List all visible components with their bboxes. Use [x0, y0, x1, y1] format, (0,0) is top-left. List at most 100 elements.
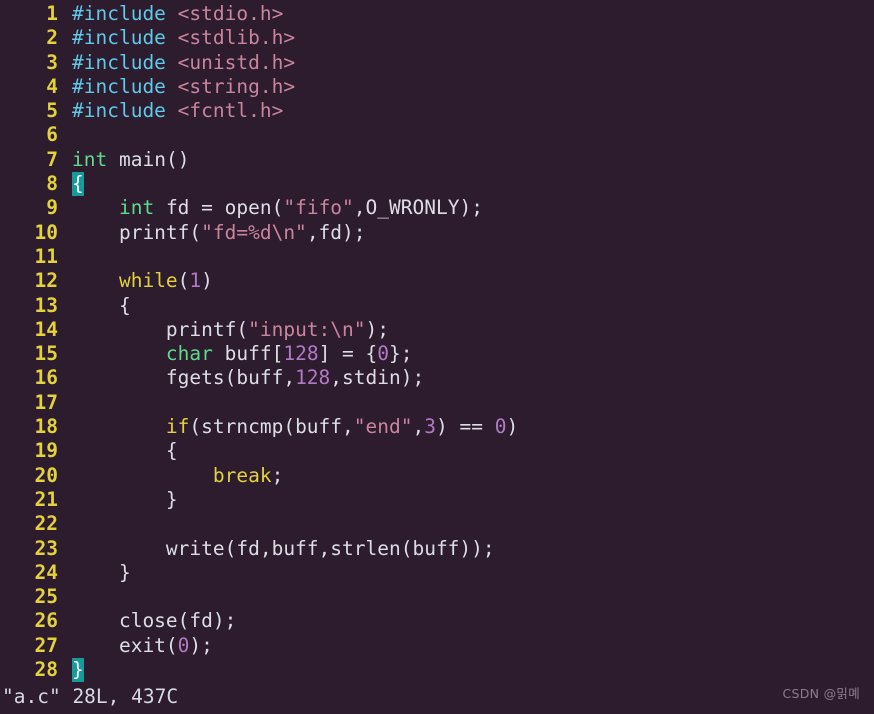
line-number: 23 [34, 536, 58, 560]
code-token: ) [201, 269, 213, 293]
line-text: #include <stdio.h> [58, 2, 283, 26]
code-line[interactable]: 13 { [0, 294, 874, 318]
code-line[interactable]: 17 [0, 391, 874, 415]
line-text: } [58, 488, 178, 512]
code-token: , [353, 196, 366, 220]
cursor-block[interactable]: { [72, 172, 84, 197]
code-line[interactable]: 24 } [0, 561, 874, 585]
line-number: 24 [34, 560, 58, 584]
code-line[interactable]: 15 char buff[128] = {0}; [0, 342, 874, 366]
code-line[interactable]: 4 #include <string.h> [0, 75, 874, 99]
code-token: close(fd); [72, 609, 237, 633]
code-line[interactable]: 5 #include <fcntl.h> [0, 99, 874, 123]
code-line[interactable]: 21 } [0, 488, 874, 512]
code-token: ); [365, 317, 389, 341]
line-text: #include <fcntl.h> [58, 99, 283, 123]
line-number: 9 [46, 196, 58, 220]
line-number: 27 [34, 633, 58, 657]
code-line[interactable]: 6 [0, 123, 874, 147]
vim-status-line: "a.c" 28L, 437C [2, 685, 179, 708]
code-token: 0 [494, 415, 507, 439]
code-token: ) == [435, 415, 495, 439]
line-number: 20 [34, 463, 58, 487]
code-token: main [118, 147, 166, 171]
line-number: 7 [46, 147, 58, 171]
code-token: ] = { [318, 342, 378, 366]
code-line[interactable]: 3 #include <unistd.h> [0, 51, 874, 75]
line-text: fgets(buff,128,stdin); [58, 366, 424, 390]
line-text: #include <string.h> [58, 75, 295, 99]
code-line[interactable]: 18 if(strncmp(buff,"end",3) == 0) [0, 415, 874, 439]
code-line[interactable]: 11 [0, 245, 874, 269]
cursor-block[interactable]: } [72, 658, 84, 683]
code-line[interactable]: 20 break; [0, 464, 874, 488]
code-token: <stdlib.h> [177, 26, 296, 50]
line-number: 11 [34, 244, 58, 268]
code-line[interactable]: 19 { [0, 439, 874, 463]
code-buffer[interactable]: 1 #include <stdio.h> 2 #include <stdlib.h> 3… [0, 2, 874, 683]
code-line[interactable]: 14 printf("input:\n"); [0, 318, 874, 342]
line-number: 25 [34, 585, 58, 609]
line-text: { [58, 172, 84, 197]
code-token: 128 [295, 366, 331, 390]
code-token: ,stdin); [330, 366, 425, 390]
line-number: 6 [46, 123, 58, 147]
code-token: exit( [72, 633, 178, 657]
line-number: 17 [34, 390, 58, 414]
line-text: write(fd,buff,strlen(buff)); [58, 537, 495, 561]
line-number: 1 [46, 2, 58, 25]
code-token: <stdio.h> [177, 2, 284, 25]
line-number: 21 [34, 487, 58, 511]
code-token: ,fd); [306, 220, 366, 244]
line-number: 26 [34, 609, 58, 633]
line-text: exit(0); [58, 634, 213, 658]
code-line[interactable]: 1 #include <stdio.h> [0, 2, 874, 26]
line-text: printf("input:\n"); [58, 318, 389, 342]
code-token: #include [72, 99, 178, 123]
code-token: int [118, 196, 155, 220]
code-line[interactable]: 16 fgets(buff,128,stdin); [0, 366, 874, 390]
line-number: 15 [34, 342, 58, 366]
line-number: 4 [46, 74, 58, 98]
code-token: fd = open( [154, 196, 284, 220]
line-text: if(strncmp(buff,"end",3) == 0) [58, 415, 518, 439]
code-token: 1 [189, 269, 202, 293]
line-number: 3 [46, 50, 58, 74]
code-line[interactable]: 27 exit(0); [0, 634, 874, 658]
code-line[interactable]: 23 write(fd,buff,strlen(buff)); [0, 537, 874, 561]
code-line[interactable]: 7 int main() [0, 148, 874, 172]
code-line[interactable]: 10 printf("fd=%d\n",fd); [0, 221, 874, 245]
code-line[interactable]: 8{ [0, 172, 874, 197]
line-number: 19 [34, 439, 58, 463]
code-token: #include [72, 74, 178, 98]
code-line[interactable]: 28} [0, 658, 874, 683]
code-token: { [72, 439, 178, 463]
line-text: int main() [58, 148, 189, 172]
code-token: #include [72, 26, 178, 50]
code-line[interactable]: 26 close(fd); [0, 609, 874, 633]
line-number: 22 [34, 512, 58, 536]
code-token: 128 [283, 342, 319, 366]
code-line[interactable]: 9 int fd = open("fifo",O_WRONLY); [0, 196, 874, 220]
code-token: (strncmp(buff, [189, 415, 354, 439]
code-token: O_WRONLY [365, 196, 460, 220]
code-line[interactable]: 12 while(1) [0, 269, 874, 293]
code-token: ; [271, 463, 284, 487]
line-text: #include <stdlib.h> [58, 26, 295, 50]
code-line[interactable]: 22 [0, 512, 874, 536]
line-text: } [58, 658, 84, 683]
code-token: printf( [72, 317, 249, 341]
code-token: "input:\n" [248, 317, 366, 341]
line-text: char buff[128] = {0}; [58, 342, 413, 366]
line-number: 13 [34, 293, 58, 317]
code-token: buff[ [212, 342, 284, 366]
code-token: while [118, 269, 178, 293]
code-line[interactable]: 25 [0, 585, 874, 609]
code-token: printf( [72, 220, 202, 244]
code-token: ); [459, 196, 483, 220]
code-line[interactable]: 2 #include <stdlib.h> [0, 26, 874, 50]
code-token: char [165, 342, 213, 366]
code-token: , [412, 415, 425, 439]
line-number: 8 [46, 172, 58, 196]
